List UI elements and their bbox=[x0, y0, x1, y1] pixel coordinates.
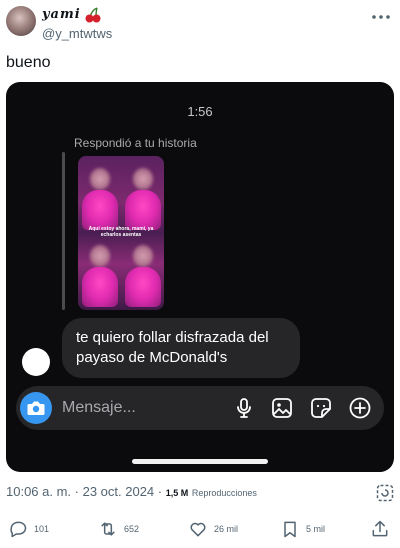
chat-time: 1:56 bbox=[187, 104, 213, 119]
story-tile bbox=[121, 233, 164, 310]
reply-quote-bar bbox=[62, 152, 65, 310]
story-tile-figure bbox=[125, 267, 161, 307]
story-thumbnail[interactable]: Aquí estoy ahora, mami, ya echarlos asen… bbox=[78, 156, 164, 310]
sticker-icon[interactable] bbox=[309, 396, 333, 420]
repost-count: 652 bbox=[124, 524, 140, 534]
share-button[interactable] bbox=[370, 518, 390, 540]
add-icon[interactable] bbox=[348, 396, 372, 420]
story-tile bbox=[78, 156, 121, 233]
tweet-meta: 10:06 a. m. · 23 oct. 2024 · 1,5 M Repro… bbox=[6, 484, 257, 499]
story-caption: Aquí estoy ahora, mami, ya echarlos asen… bbox=[88, 226, 154, 238]
story-tile-figure bbox=[82, 267, 118, 307]
share-icon bbox=[372, 520, 388, 537]
story-tile-face bbox=[133, 168, 153, 190]
tweet-text: bueno bbox=[6, 54, 51, 71]
author-handle[interactable]: @y_mtwtws bbox=[42, 26, 112, 41]
story-tile-figure bbox=[82, 190, 118, 230]
bookmark-button[interactable]: 5 mil bbox=[280, 518, 325, 540]
tweet-media-screenshot[interactable]: 1:56 Respondió a tu historia Aquí estoy … bbox=[6, 82, 394, 472]
gallery-icon[interactable] bbox=[270, 396, 294, 420]
views-count: 1,5 M bbox=[165, 488, 189, 498]
repost-icon bbox=[101, 522, 115, 536]
heart-icon bbox=[190, 522, 206, 537]
like-count: 26 mil bbox=[214, 524, 239, 534]
story-tile bbox=[121, 156, 164, 233]
views-label: Reproducciones bbox=[191, 488, 257, 498]
author-display-name[interactable]: yami bbox=[42, 7, 81, 22]
tweet-timestamp[interactable]: 10:06 a. m. · 23 oct. 2024 · bbox=[6, 484, 162, 499]
reply-button[interactable]: 101 bbox=[8, 518, 49, 540]
reply-icon bbox=[10, 521, 27, 538]
microphone-icon[interactable] bbox=[232, 396, 256, 420]
story-tile-face bbox=[133, 245, 153, 267]
cherry-icon bbox=[85, 7, 101, 23]
more-options-icon[interactable] bbox=[370, 10, 392, 24]
reply-count: 101 bbox=[34, 524, 50, 534]
repost-button[interactable]: 652 bbox=[98, 518, 139, 540]
camera-icon bbox=[27, 401, 45, 415]
like-button[interactable]: 26 mil bbox=[188, 518, 238, 540]
story-tile-figure bbox=[125, 190, 161, 230]
replied-to-story-label: Respondió a tu historia bbox=[74, 136, 197, 150]
grok-icon[interactable] bbox=[376, 484, 394, 502]
camera-button[interactable] bbox=[20, 392, 52, 424]
tweet-header: yami @y_mtwtws bbox=[6, 4, 394, 48]
bookmark-icon bbox=[284, 521, 296, 538]
message-input-placeholder[interactable]: Mensaje... bbox=[62, 399, 136, 417]
story-tile bbox=[78, 233, 121, 310]
story-tile-face bbox=[90, 168, 110, 190]
tweet-actions: 101 652 26 mil 5 mil bbox=[0, 516, 400, 542]
message-composer[interactable]: Mensaje... bbox=[16, 386, 384, 430]
story-tile-face bbox=[90, 245, 110, 267]
home-indicator bbox=[132, 459, 268, 464]
bookmark-count: 5 mil bbox=[306, 524, 326, 534]
author-avatar[interactable] bbox=[6, 6, 36, 36]
sender-avatar bbox=[22, 348, 50, 376]
message-bubble: te quiero follar disfrazada del payaso d… bbox=[62, 318, 300, 378]
